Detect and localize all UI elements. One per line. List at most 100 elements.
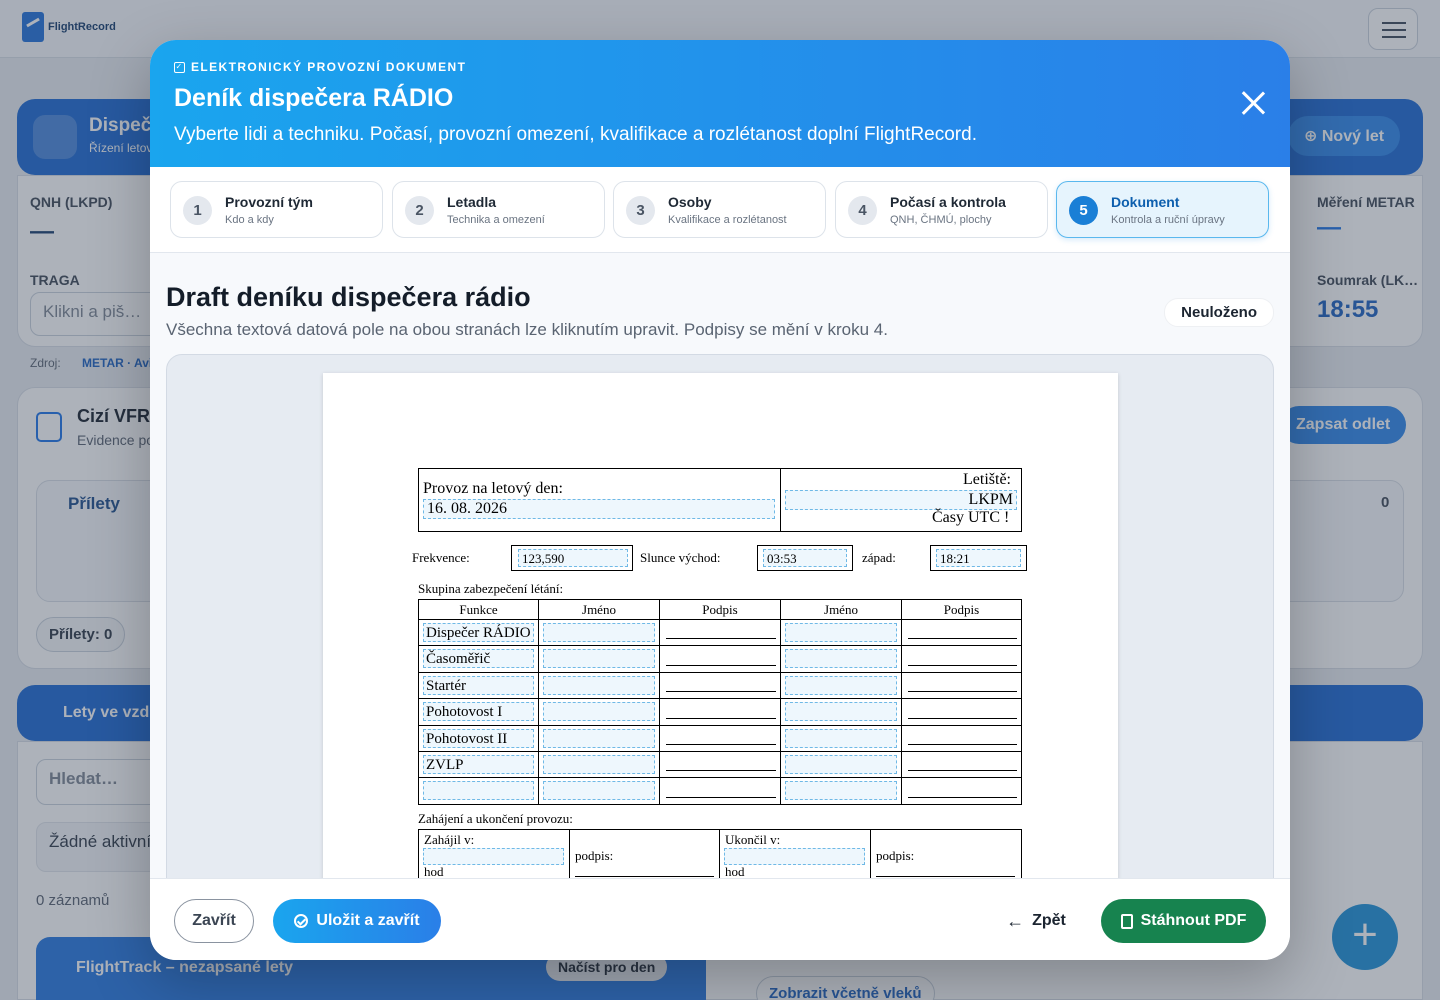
name-field[interactable] — [543, 649, 655, 669]
doc-header-divider — [780, 468, 781, 532]
day-label: Provoz na letový den: — [423, 480, 563, 497]
step-desc: Technika a omezení — [447, 214, 545, 226]
table-row: Startér — [418, 671, 1022, 700]
sunset-field[interactable]: 18:21 — [936, 549, 1021, 567]
step-osoby[interactable]: 3 Osoby Kvalifikace a rozlétanost — [613, 181, 826, 238]
step-number: 2 — [405, 196, 434, 225]
signature-line — [666, 796, 776, 798]
download-pdf-button[interactable]: Stáhnout PDF — [1101, 899, 1266, 943]
name-field[interactable] — [785, 781, 897, 801]
modal-header: ✓ ELEKTRONICKÝ PROVOZNÍ DOKUMENT Deník d… — [150, 40, 1290, 167]
document-modal: ✓ ELEKTRONICKÝ PROVOZNÍ DOKUMENT Deník d… — [150, 40, 1290, 960]
ended-field[interactable] — [724, 848, 865, 865]
name-field[interactable] — [543, 702, 655, 722]
check-square-icon: ✓ — [174, 61, 185, 73]
role-field[interactable]: Dispečer RÁDIO — [423, 623, 534, 642]
signature-line — [666, 691, 776, 693]
name-field[interactable] — [543, 675, 655, 695]
role-field[interactable]: Startér — [423, 675, 534, 695]
sunrise-field[interactable]: 03:53 — [763, 549, 847, 567]
signature-line — [666, 638, 776, 640]
step-provozni-tym[interactable]: 1 Provozní tým Kdo a kdy — [170, 181, 383, 238]
table-row: ZVLP — [418, 750, 1022, 779]
step-title: Letadla — [447, 194, 497, 210]
wizard-steps: 1 Provozní tým Kdo a kdy 2 Letadla Techn… — [150, 167, 1290, 253]
arrow-left-icon: ← — [1006, 910, 1025, 931]
step-dokument[interactable]: 5 Dokument Kontrola a ruční úpravy — [1056, 181, 1269, 238]
close-icon[interactable] — [1238, 88, 1268, 118]
frequency-field[interactable]: 123,590 — [518, 549, 628, 567]
draft-subtitle: Všechna textová datová pole na obou stra… — [166, 320, 888, 339]
back-button[interactable]: ← Zpět — [990, 899, 1082, 943]
table-header-row: Funkce Jméno Podpis Jméno Podpis — [418, 599, 1022, 620]
save-and-close-button[interactable]: Uložit a zavřít — [273, 899, 441, 943]
name-field[interactable] — [785, 728, 897, 748]
step-desc: Kvalifikace a rozlétanost — [668, 214, 787, 226]
name-field[interactable] — [543, 781, 655, 801]
table-row: Časoměřič — [418, 645, 1022, 673]
signature-line — [908, 717, 1017, 719]
document-page: Provoz na letový den: 16. 08. 2026 Letiš… — [323, 373, 1118, 893]
airport-field[interactable]: LKPM — [785, 490, 1017, 510]
ops-label: Zahájení a ukončení provozu: — [418, 811, 573, 826]
name-field[interactable] — [785, 754, 897, 774]
status-badge: Neuloženo — [1164, 298, 1274, 327]
step-number: 4 — [848, 196, 877, 225]
name-field[interactable] — [785, 649, 897, 669]
step-desc: Kdo a kdy — [225, 214, 274, 226]
signature-line — [908, 664, 1017, 666]
col-header: Jméno — [780, 599, 902, 620]
file-pdf-icon — [1120, 913, 1133, 929]
role-field[interactable]: Pohotovost II — [423, 728, 534, 748]
close-button[interactable]: Zavřít — [174, 899, 254, 943]
signature-line — [908, 638, 1017, 640]
check-circle-icon — [294, 914, 309, 928]
modal-footer: Zavřít Uložit a zavřít ← Zpět Stáhnout P… — [150, 878, 1290, 960]
signature-line — [908, 743, 1017, 745]
name-field[interactable] — [785, 702, 897, 722]
name-field[interactable] — [785, 675, 897, 695]
table-row — [418, 777, 1022, 805]
save-button-label: Uložit a zavřít — [316, 912, 420, 929]
table-row: Pohotovost II — [418, 724, 1022, 752]
close-button-label: Zavřít — [192, 912, 236, 929]
started-field[interactable] — [423, 848, 564, 865]
pdf-button-label: Stáhnout PDF — [1140, 912, 1247, 929]
signature-line — [908, 770, 1017, 772]
back-button-label: Zpět — [1032, 912, 1066, 929]
frequency-label: Frekvence: — [412, 550, 470, 565]
col-header: Jméno — [538, 599, 660, 620]
name-field[interactable] — [543, 754, 655, 774]
name-field[interactable] — [543, 728, 655, 748]
sunset-label: západ: — [862, 550, 896, 565]
step-title: Provozní tým — [225, 194, 313, 210]
ended-label: Ukončil v: — [725, 832, 781, 847]
step-number: 1 — [183, 196, 212, 225]
signature-line — [666, 743, 776, 745]
modal-eyebrow: ✓ ELEKTRONICKÝ PROVOZNÍ DOKUMENT — [174, 60, 466, 74]
signature-line — [666, 770, 776, 772]
utc-note: Časy UTC ! — [932, 509, 1010, 526]
modal-title: Deník dispečera RÁDIO — [174, 84, 454, 112]
col-header: Podpis — [659, 599, 781, 620]
step-pocasi[interactable]: 4 Počasí a kontrola QNH, ČHMÚ, plochy — [835, 181, 1048, 238]
role-field[interactable]: Pohotovost I — [423, 702, 534, 722]
role-field[interactable] — [423, 781, 534, 801]
sign-label: podpis: — [876, 848, 915, 863]
step-title: Počasí a kontrola — [890, 194, 1006, 210]
role-field[interactable]: ZVLP — [423, 754, 534, 774]
step-desc: Kontrola a ruční úpravy — [1111, 214, 1225, 226]
name-field[interactable] — [543, 623, 655, 642]
day-field[interactable]: 16. 08. 2026 — [423, 499, 775, 519]
group-label: Skupina zabezpečení létání: — [418, 581, 564, 596]
col-header: Podpis — [901, 599, 1022, 620]
signature-line — [666, 664, 776, 666]
crew-table: Funkce Jméno Podpis Jméno Podpis Dispeče… — [418, 599, 1022, 805]
role-field[interactable]: Časoměřič — [423, 649, 534, 669]
document-preview[interactable]: Provoz na letový den: 16. 08. 2026 Letiš… — [166, 354, 1274, 894]
draft-title: Draft deníku dispečera rádio — [166, 282, 531, 312]
name-field[interactable] — [785, 623, 897, 642]
table-row: Pohotovost I — [418, 698, 1022, 726]
step-desc: QNH, ČHMÚ, plochy — [890, 214, 992, 226]
step-letadla[interactable]: 2 Letadla Technika a omezení — [392, 181, 605, 238]
